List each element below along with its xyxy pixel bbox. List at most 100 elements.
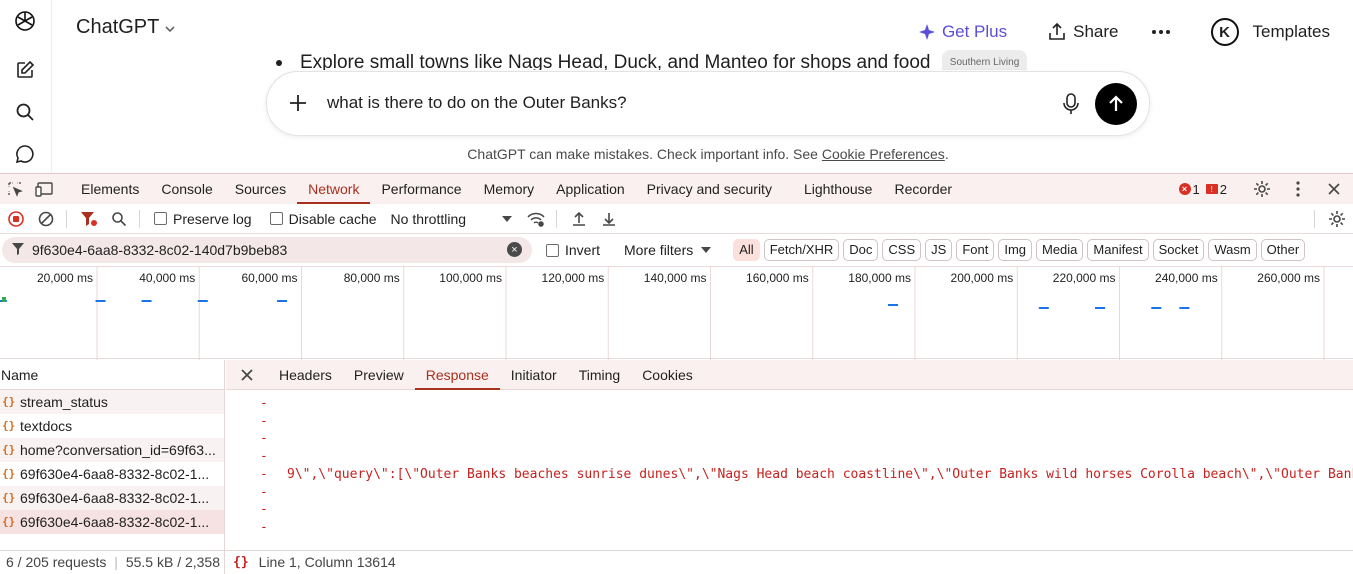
cookie-preferences-link[interactable]: Cookie Preferences <box>822 146 945 162</box>
composer-input[interactable]: what is there to do on the Outer Banks? <box>327 93 627 113</box>
close-devtools-icon[interactable] <box>1319 174 1349 204</box>
request-row[interactable]: {} textdocs <box>0 414 224 438</box>
devtools-tab-network[interactable]: Network <box>297 174 371 204</box>
request-row[interactable]: {} 69f630e4-6aa8-8332-8c02-1... <box>0 510 224 534</box>
more-filters-dropdown[interactable]: More filters <box>624 242 712 258</box>
detail-tab-cookies[interactable]: Cookies <box>631 360 704 390</box>
detail-tab-timing[interactable]: Timing <box>568 360 632 390</box>
model-switcher[interactable]: ChatGPT <box>76 16 177 39</box>
filter-chip-other[interactable]: Other <box>1260 239 1306 261</box>
workspace-switcher[interactable]: K Templates <box>1203 14 1338 50</box>
timeline-tick-label: 260,000 ms <box>1257 271 1320 285</box>
sparkle-icon <box>918 24 935 40</box>
more-options-icon[interactable] <box>1143 25 1179 39</box>
devtools-tab-performance[interactable]: Performance <box>370 174 472 204</box>
filter-chip-css[interactable]: CSS <box>882 239 922 261</box>
search-network-icon[interactable] <box>105 205 133 233</box>
search-icon[interactable] <box>12 99 38 125</box>
throttling-select[interactable]: No throttling <box>391 211 513 227</box>
network-toolbar: Preserve log Disable cache No throttling <box>0 204 1353 234</box>
filter-funnel-icon[interactable] <box>75 205 103 233</box>
bullet-text: Explore small towns like Nags Head, Duck… <box>300 52 931 70</box>
fold-marker[interactable]: - <box>260 396 287 411</box>
detail-tab-preview[interactable]: Preview <box>343 360 415 390</box>
source-citation-pill[interactable]: Southern Living <box>941 50 1028 70</box>
network-settings-gear-icon[interactable] <box>1323 205 1351 233</box>
detail-tab-bar: Headers Preview Response Initiator Timing Coo… <box>226 360 1353 390</box>
fold-marker[interactable]: - <box>260 485 287 500</box>
devtools-tab-console[interactable]: Console <box>150 174 223 204</box>
fold-marker[interactable]: - <box>260 502 287 517</box>
fold-marker[interactable]: - <box>260 414 287 429</box>
filter-chip-manifest[interactable]: Manifest <box>1087 239 1149 261</box>
devtools-tab-memory[interactable]: Memory <box>473 174 546 204</box>
send-button[interactable] <box>1095 83 1137 125</box>
request-row[interactable]: {} 69f630e4-6aa8-8332-8c02-1... <box>0 486 224 510</box>
kebab-menu-icon[interactable] <box>1283 174 1313 204</box>
filter-input[interactable]: 9f630e4-6aa8-8332-8c02-140d7b9beb83 × <box>2 237 532 263</box>
filter-chip-img[interactable]: Img <box>998 239 1032 261</box>
import-har-icon[interactable] <box>565 205 593 233</box>
disable-cache-checkbox[interactable]: Disable cache <box>269 211 377 227</box>
clear-log-icon[interactable] <box>32 205 60 233</box>
preserve-log-checkbox[interactable]: Preserve log <box>154 211 252 227</box>
request-row[interactable]: {} stream_status <box>0 390 224 414</box>
response-text: 9\",\"query\":[\"Outer Banks beaches sun… <box>287 466 1353 482</box>
resource-type-filters: All Fetch/XHR Doc CSS JS Font Img Media Manifest… <box>733 239 1306 261</box>
timeline-chart[interactable]: 20,000 ms 40,000 ms 60,000 ms 80,000 ms 100,… <box>0 267 1353 360</box>
timeline-request-bar <box>277 300 288 302</box>
timeline-tick-label: 80,000 ms <box>344 271 400 285</box>
devtools-tab-elements[interactable]: Elements <box>70 174 150 204</box>
fetch-request-icon: {} <box>2 443 16 456</box>
request-list: Name {} stream_status {} textdocs {} home?con… <box>0 360 225 550</box>
share-button[interactable]: Share <box>1039 18 1126 46</box>
detail-tab-response[interactable]: Response <box>414 360 500 390</box>
openai-logo-icon[interactable] <box>12 8 38 34</box>
export-har-icon[interactable] <box>595 205 623 233</box>
fold-marker[interactable]: - <box>260 449 287 464</box>
clear-filter-icon[interactable]: × <box>507 242 522 257</box>
issues-badge[interactable]: ! 2 <box>1205 182 1227 197</box>
new-chat-icon[interactable] <box>12 57 38 83</box>
devtools-tab-application[interactable]: Application <box>545 174 636 204</box>
filter-chip-js[interactable]: JS <box>925 239 953 261</box>
timeline-tick-label: 100,000 ms <box>439 271 502 285</box>
fold-marker[interactable]: - <box>260 431 287 446</box>
chat-composer: what is there to do on the Outer Banks? <box>266 71 1150 136</box>
error-badge[interactable]: × 1 <box>1178 182 1200 197</box>
filter-chip-font[interactable]: Font <box>956 239 995 261</box>
request-row[interactable]: {} 69f630e4-6aa8-8332-8c02-1... <box>0 462 224 486</box>
timeline-request-bar <box>1179 307 1190 309</box>
fold-marker[interactable]: - <box>260 520 287 535</box>
detail-tab-initiator[interactable]: Initiator <box>500 360 568 390</box>
filter-chip-all[interactable]: All <box>733 239 760 261</box>
request-row[interactable]: {} home?conversation_id=69f63... <box>0 438 224 462</box>
devtools-tab-lighthouse[interactable]: Lighthouse <box>793 174 884 204</box>
filter-chip-fetch-xhr[interactable]: Fetch/XHR <box>763 239 840 261</box>
response-line: - <box>260 520 287 537</box>
filter-chip-media[interactable]: Media <box>1036 239 1084 261</box>
devtools-tab-recorder[interactable]: Recorder <box>883 174 963 204</box>
inspect-element-icon[interactable] <box>0 174 30 204</box>
plus-icon[interactable] <box>287 92 309 119</box>
timeline-tick-label: 180,000 ms <box>848 271 911 285</box>
stop-recording-icon[interactable] <box>2 205 30 233</box>
devtools-tab-privacy-and-security[interactable]: Privacy and security <box>636 174 783 204</box>
filter-chip-wasm[interactable]: Wasm <box>1208 239 1257 261</box>
microphone-icon[interactable] <box>1061 92 1081 121</box>
network-conditions-icon[interactable] <box>522 205 550 233</box>
detail-tab-headers[interactable]: Headers <box>268 360 343 390</box>
response-body[interactable]: - - - - -9\",\"query\":[\"Outer Banks beache… <box>226 390 1353 550</box>
settings-gear-icon[interactable] <box>1247 174 1277 204</box>
fold-marker[interactable]: - <box>260 467 287 482</box>
pretty-print-icon[interactable]: {} <box>233 555 249 570</box>
filter-chip-doc[interactable]: Doc <box>843 239 879 261</box>
invert-checkbox[interactable]: Invert <box>546 242 600 258</box>
device-toolbar-icon[interactable] <box>30 174 60 204</box>
devtools-tab-sources[interactable]: Sources <box>224 174 297 204</box>
get-plus-button[interactable]: Get Plus <box>910 18 1015 46</box>
issue-flag-icon: ! <box>1205 184 1218 194</box>
close-detail-icon[interactable] <box>226 368 268 382</box>
name-column-header[interactable]: Name <box>0 360 224 390</box>
filter-chip-socket[interactable]: Socket <box>1152 239 1205 261</box>
